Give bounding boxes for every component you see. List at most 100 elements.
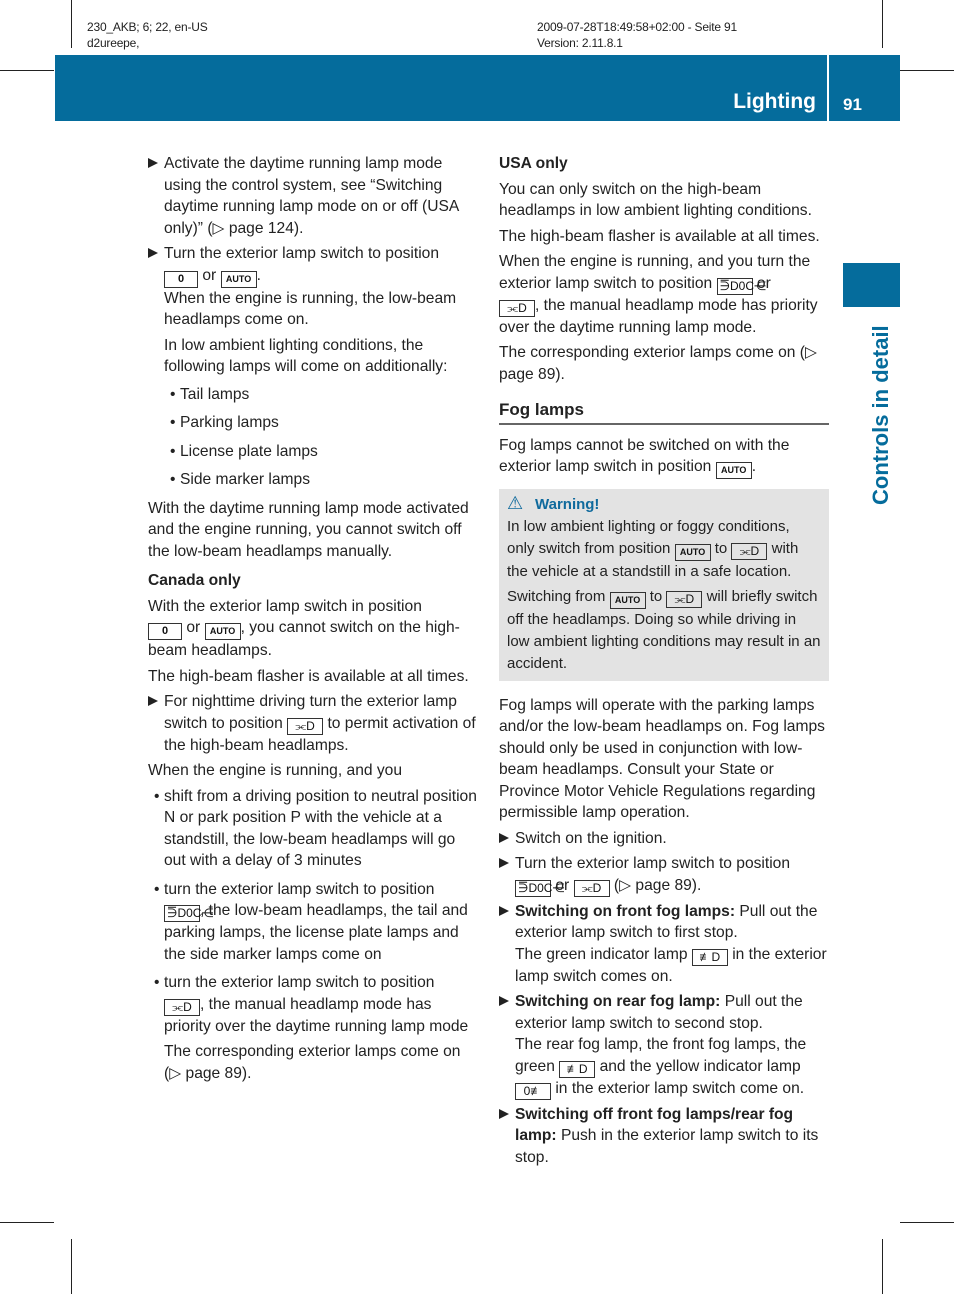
- switch-position-auto-icon: AUTO: [204, 623, 241, 640]
- switch-position-auto-icon: AUTO: [220, 270, 257, 288]
- paragraph: The high-beam flasher is available at al…: [499, 227, 820, 245]
- page-number: 91: [843, 95, 862, 114]
- warning-triangle-icon: ⚠: [507, 493, 524, 513]
- instruction-step: Activate the daytime running lamp mode u…: [148, 153, 480, 239]
- front-fog-lamp-icon: ≢D: [559, 1060, 596, 1078]
- paragraph: Fog lamps will operate with the parking …: [499, 696, 825, 822]
- low-beam-icon: ⫘D: [731, 542, 768, 560]
- text: and the yellow indicator lamp: [599, 1057, 801, 1075]
- right-column: USA only You can only switch on the high…: [499, 153, 829, 1172]
- text: to: [649, 588, 663, 606]
- rear-fog-lamp-icon: 0≢: [515, 1082, 551, 1100]
- warning-box: ⚠ Warning! In low ambient lighting or fog…: [499, 489, 829, 681]
- list-item-text: shift from a driving position to neutral…: [164, 787, 477, 870]
- step-result: When the engine is running, the low-beam…: [164, 289, 457, 329]
- crop-mark: [882, 1239, 883, 1294]
- meta-line: Version: 2.11.8.1: [537, 36, 623, 50]
- instruction-step: Switch on the ignition.: [499, 828, 829, 850]
- front-fog-lamp-icon: ≢D: [691, 948, 728, 966]
- crop-mark: [0, 1222, 54, 1223]
- text: or: [202, 266, 217, 284]
- switch-position-auto-icon: AUTO: [715, 462, 752, 479]
- step-result: In low ambient lighting conditions, the …: [164, 336, 448, 376]
- low-beam-icon: ⫘D: [499, 299, 535, 317]
- list-item-text: , the manual headlamp mode has priority …: [164, 995, 469, 1035]
- list-item: • turn the exterior lamp switch to positi…: [148, 879, 480, 966]
- list-item: • shift from a driving position to neutra…: [148, 786, 480, 872]
- step-text: Activate the daytime running lamp mode u…: [164, 155, 459, 237]
- header-separator: [827, 55, 829, 121]
- print-meta-left: 230_AKB; 6; 22, en-US d2ureepe,: [87, 19, 208, 51]
- text: , the manual headlamp mode has priority …: [499, 296, 818, 336]
- low-beam-icon: ⫘D: [573, 879, 610, 897]
- warning-title: Warning!: [535, 496, 600, 513]
- side-tab-label: Controls in detail: [868, 325, 893, 505]
- paragraph: Fog lamps cannot be switched on with the…: [499, 435, 829, 479]
- instruction-step: Switching off front fog lamps/rear fog l…: [499, 1104, 829, 1169]
- step-arrow-icon: [499, 905, 509, 916]
- list-item-result: The corresponding exterior lamps come on…: [164, 1043, 461, 1082]
- section-heading-fog-lamps: Fog lamps: [499, 399, 829, 425]
- subheading-canada: Canada only: [148, 572, 241, 589]
- print-meta-right: 2009-07-28T18:49:58+02:00 - Seite 91 Ver…: [537, 19, 737, 51]
- instruction-step: Turn the exterior lamp switch to positio…: [499, 853, 829, 897]
- list-item-text: turn the exterior lamp switch to positio…: [164, 880, 435, 898]
- crop-mark: [0, 70, 54, 71]
- text: The green indicator lamp: [515, 945, 688, 963]
- instruction-step: For nighttime driving turn the exterior …: [148, 691, 480, 756]
- step-arrow-icon: [499, 1108, 509, 1119]
- text: (▷ page 89).: [613, 876, 702, 894]
- text: or: [756, 274, 771, 292]
- text: With the exterior lamp switch in positio…: [148, 597, 422, 615]
- instruction-step: Switching on rear fog lamp: Pull out the…: [499, 991, 829, 1100]
- crop-mark: [71, 0, 72, 48]
- low-beam-icon: ⫘D: [666, 591, 703, 609]
- step-title: Switching on rear fog lamp:: [515, 993, 721, 1011]
- meta-line: d2ureepe,: [87, 36, 140, 50]
- side-tab-marker: [843, 263, 900, 307]
- bullet-icon: •: [170, 385, 176, 403]
- step-arrow-icon: [148, 696, 158, 706]
- step-title: Switching on front fog lamps:: [515, 902, 736, 920]
- parking-lamps-icon: ⋽D0C⋲: [164, 905, 213, 922]
- bullet-icon: •: [154, 880, 160, 898]
- parking-lamps-icon: ⋽D0C⋲: [515, 879, 564, 897]
- crop-mark: [900, 70, 954, 71]
- warning-text: In low ambient lighting or foggy conditi…: [507, 516, 821, 583]
- subheading-usa: USA only: [499, 155, 568, 172]
- list-item-text: Tail lamps: [180, 385, 250, 403]
- crop-mark: [882, 0, 883, 48]
- bullet-icon: •: [170, 471, 176, 488]
- parking-lamps-icon: ⋽D0C⋲: [716, 277, 766, 295]
- low-beam-icon: ⫘D: [164, 998, 200, 1016]
- switch-position-auto-icon: AUTO: [609, 592, 646, 610]
- crop-mark: [71, 1239, 72, 1294]
- list-item: • Tail lamps: [164, 384, 480, 406]
- list-item: • turn the exterior lamp switch to positi…: [148, 972, 480, 1084]
- paragraph: The corresponding exterior lamps come on…: [499, 344, 817, 383]
- list-item-text: Side marker lamps: [180, 471, 310, 488]
- meta-line: 2009-07-28T18:49:58+02:00 - Seite 91: [537, 20, 737, 34]
- bullet-icon: •: [170, 414, 176, 431]
- paragraph: The high-beam flasher is available at al…: [148, 667, 469, 685]
- step-text: Turn the exterior lamp switch to positio…: [164, 245, 440, 262]
- step-text: Push in the exterior lamp switch to its …: [515, 1127, 819, 1166]
- list-item-text: , the low-beam headlamps, the tail and p…: [164, 902, 468, 963]
- list-item-text: turn the exterior lamp switch to positio…: [164, 974, 435, 991]
- bullet-icon: •: [154, 974, 160, 991]
- instruction-step: Switching on front fog lamps: Pull out t…: [499, 901, 829, 988]
- paragraph: You can only switch on the high-beam hea…: [499, 180, 812, 220]
- warning-text: Switching from AUTO to ⫘D will briefly s…: [507, 586, 821, 674]
- step-arrow-icon: [148, 158, 158, 168]
- switch-position-0-icon: 0: [164, 270, 198, 288]
- step-arrow-icon: [499, 996, 509, 1007]
- step-arrow-icon: [499, 832, 509, 843]
- text: or: [186, 619, 201, 636]
- list-item-text: Parking lamps: [180, 414, 279, 431]
- text: Switching from: [507, 588, 606, 606]
- text: or: [555, 876, 570, 894]
- bullet-icon: •: [154, 787, 160, 805]
- paragraph: With the daytime running lamp mode activ…: [148, 499, 469, 560]
- meta-line: 230_AKB; 6; 22, en-US: [87, 20, 208, 34]
- left-column: Activate the daytime running lamp mode u…: [148, 153, 480, 1091]
